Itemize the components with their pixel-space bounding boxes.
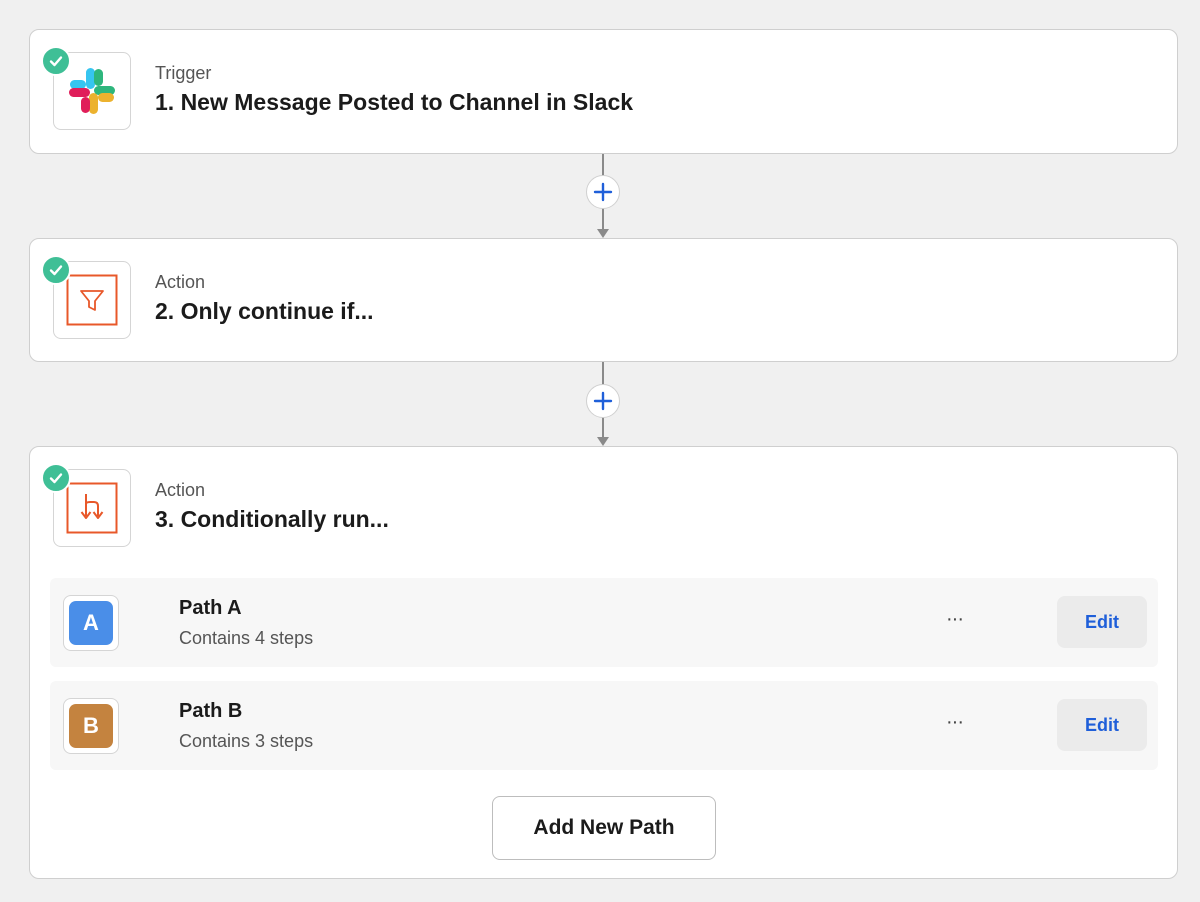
path-name: Path B xyxy=(179,700,243,722)
step-title: 1. New Message Posted to Channel in Slac… xyxy=(155,89,634,115)
connector-arrow xyxy=(597,229,609,238)
check-icon xyxy=(41,463,71,493)
connector-arrow xyxy=(597,437,609,446)
step-type-label: Action xyxy=(155,480,206,500)
plus-icon xyxy=(593,391,613,411)
path-a-icon: A xyxy=(63,595,119,651)
path-badge-a: A xyxy=(69,601,113,645)
plus-icon xyxy=(593,182,613,202)
path-row-b[interactable]: B Path B Contains 3 steps ··· Edit xyxy=(50,681,1158,770)
add-step-button[interactable] xyxy=(586,384,620,418)
path-row-a[interactable]: A Path A Contains 4 steps ··· Edit xyxy=(50,578,1158,667)
slack-logo-icon xyxy=(69,68,115,114)
paths-branch-icon xyxy=(66,482,118,534)
step-card-filter[interactable]: Action 2. Only continue if... xyxy=(29,238,1178,362)
path-step-count: Contains 3 steps xyxy=(179,731,314,751)
edit-path-b-button[interactable]: Edit xyxy=(1057,699,1147,751)
check-icon xyxy=(41,46,71,76)
more-options-button[interactable]: ··· xyxy=(946,711,964,734)
path-step-count: Contains 4 steps xyxy=(179,628,314,648)
path-b-icon: B xyxy=(63,698,119,754)
filter-icon xyxy=(66,274,118,326)
path-name: Path A xyxy=(179,597,242,619)
edit-path-a-button[interactable]: Edit xyxy=(1057,596,1147,648)
path-badge-b: B xyxy=(69,704,113,748)
add-step-button[interactable] xyxy=(586,175,620,209)
step-title: 3. Conditionally run... xyxy=(155,506,389,532)
step-card-paths[interactable]: Action 3. Conditionally run... A Path A … xyxy=(29,446,1178,879)
add-new-path-button[interactable]: Add New Path xyxy=(492,796,716,860)
step-title: 2. Only continue if... xyxy=(155,298,374,324)
step-card-trigger[interactable]: Trigger 1. New Message Posted to Channel… xyxy=(29,29,1178,154)
more-options-button[interactable]: ··· xyxy=(946,608,964,631)
step-type-label: Action xyxy=(155,272,206,292)
check-icon xyxy=(41,255,71,285)
step-type-label: Trigger xyxy=(155,63,212,83)
